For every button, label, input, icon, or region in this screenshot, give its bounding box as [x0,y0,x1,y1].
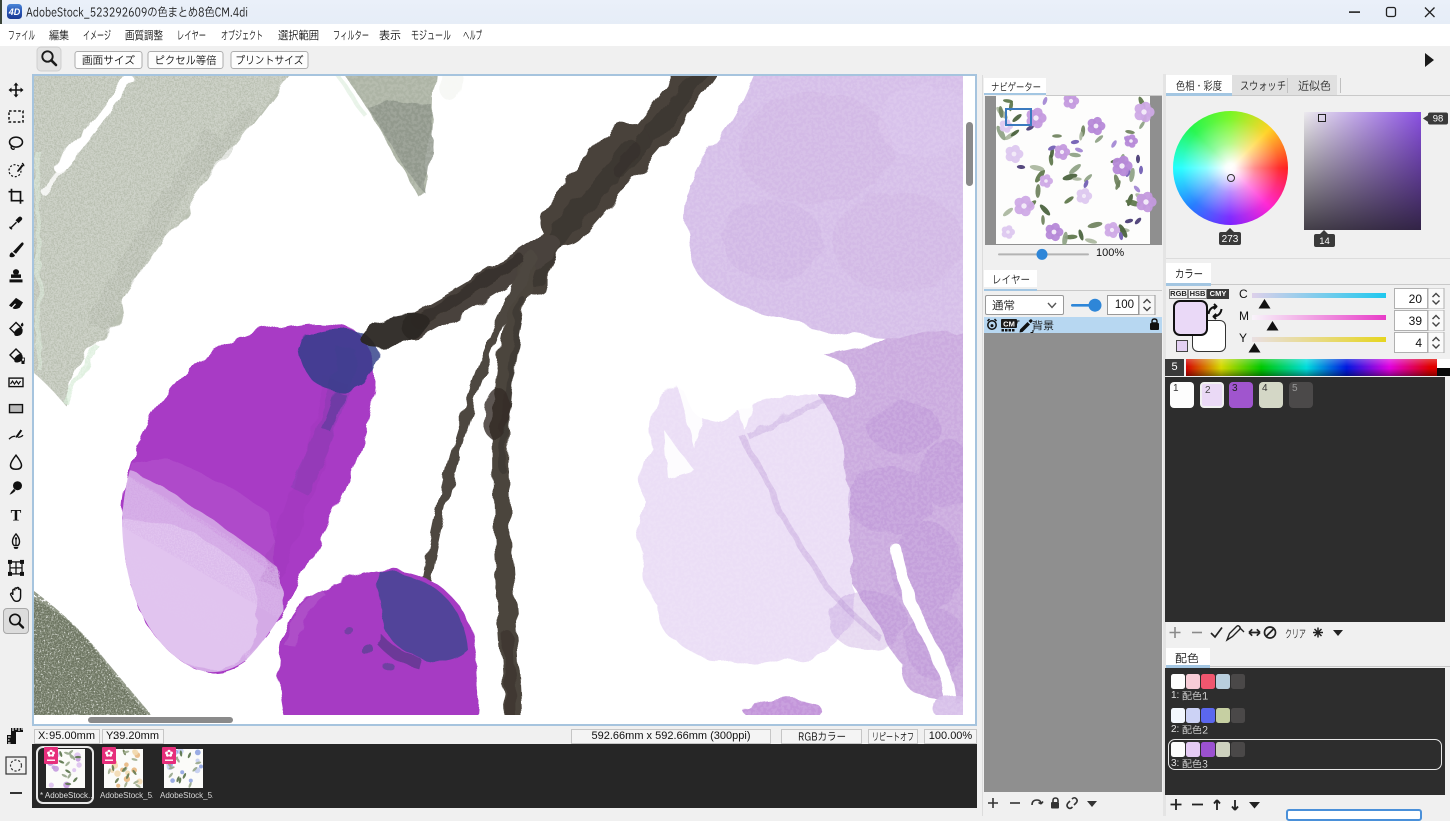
svg-text:T: T [11,507,22,524]
svg-text:98: 98 [1433,114,1444,125]
svg-text:CM: CM [1003,320,1015,329]
svg-text:273: 273 [1222,234,1239,245]
svg-text:14: 14 [1319,236,1330,247]
